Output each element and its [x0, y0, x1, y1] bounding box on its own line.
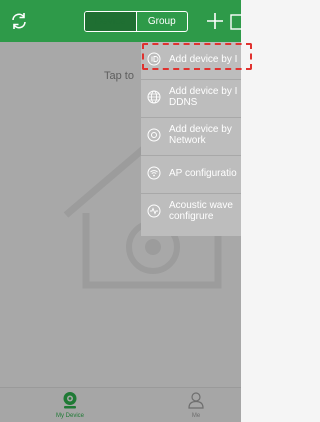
menu-item-label: AP configuratio — [169, 168, 237, 179]
bottom-tab-bar: My Device Me — [0, 387, 241, 422]
sound-wave-icon — [147, 204, 161, 218]
tab-label: My Device — [55, 413, 84, 419]
top-bar: Device Group — [0, 0, 242, 42]
device-group-segmented-control: Device Group — [84, 11, 188, 32]
tab-my-device[interactable]: My Device — [40, 388, 100, 422]
network-icon — [147, 128, 161, 142]
segment-group[interactable]: Group — [135, 12, 188, 31]
tab-label: Me — [191, 413, 201, 419]
highlight-box — [142, 43, 252, 70]
menu-item-ap-configuration[interactable]: AP configuratio — [141, 156, 241, 194]
globe-icon — [147, 90, 161, 104]
menu-item-add-by-network[interactable]: Add device by Network — [141, 118, 241, 156]
wifi-icon — [147, 166, 161, 180]
add-device-menu: Add device by I Add device by I DDNS Add… — [141, 42, 241, 236]
add-icon[interactable] — [206, 12, 224, 30]
tab-me[interactable]: Me — [166, 388, 226, 422]
menu-item-acoustic-wave[interactable]: Acoustic wave configrure — [141, 194, 241, 232]
refresh-icon[interactable] — [9, 11, 29, 31]
segment-device[interactable]: Device — [85, 12, 136, 31]
empty-state-prompt: Tap to — [104, 70, 134, 82]
menu-item-label: Add device by Network — [169, 124, 232, 146]
edit-icon[interactable] — [230, 14, 242, 30]
menu-item-label: Add device by I DDNS — [169, 86, 238, 108]
menu-item-add-by-ip-ddns[interactable]: Add device by I DDNS — [141, 80, 241, 118]
menu-item-label: Acoustic wave configrure — [169, 200, 233, 222]
person-icon — [188, 392, 204, 409]
camera-icon — [63, 392, 77, 409]
